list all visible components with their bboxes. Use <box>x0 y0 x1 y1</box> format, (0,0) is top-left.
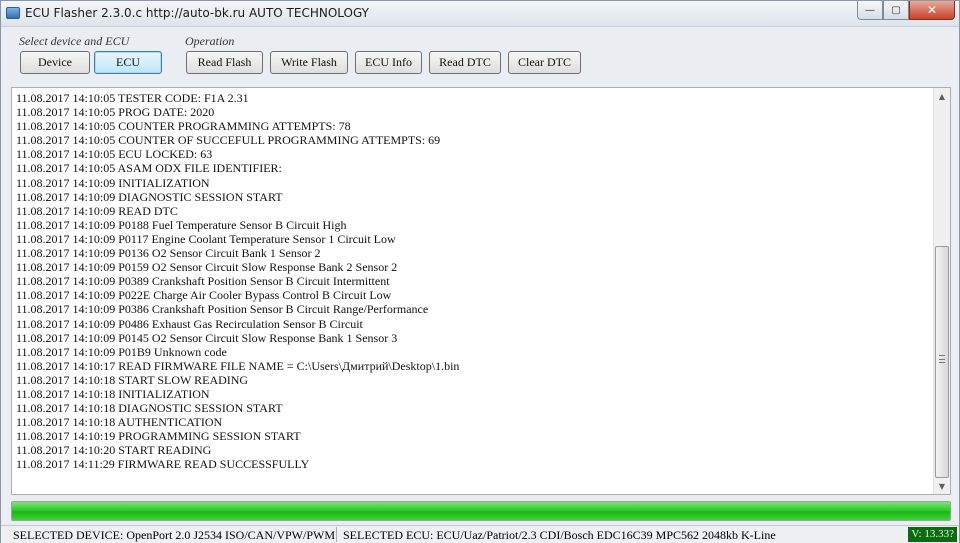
log-line: 11.08.2017 14:10:09 INITIALIZATION <box>16 175 210 190</box>
log-line: 11.08.2017 14:10:09 P0486 Exhaust Gas Re… <box>16 316 363 331</box>
minimize-button[interactable]: — <box>857 1 883 20</box>
log-line: 11.08.2017 14:10:05 TESTER CODE: F1A 2.3… <box>16 91 249 105</box>
grip-icon <box>939 355 945 363</box>
app-window: ECU Flasher 2.3.0.c http://auto-bk.ru AU… <box>0 0 960 543</box>
log-line: 11.08.2017 14:10:09 READ DTC <box>16 203 178 218</box>
log-line: 11.08.2017 14:10:18 DIAGNOSTIC SESSION S… <box>16 401 283 416</box>
log-line: 11.08.2017 14:10:09 P01B9 Unknown code <box>16 344 227 359</box>
log-line: 11.08.2017 14:10:09 P0159 O2 Sensor Circ… <box>16 260 398 275</box>
status-selected-device: SELECTED DEVICE: OpenPort 2.0 J2534 ISO/… <box>13 528 335 542</box>
log-line: 11.08.2017 14:10:09 P0145 O2 Sensor Circ… <box>16 330 398 345</box>
progress-bar <box>11 501 951 521</box>
window-controls: — ▢ ✕ <box>857 1 955 21</box>
log-line: 11.08.2017 14:10:20 START READING <box>16 443 212 458</box>
log-lines: 11.08.2017 14:10:05 TESTER CODE: F1A 2.3… <box>16 91 926 472</box>
read-flash-button[interactable]: Read Flash <box>186 51 263 74</box>
operation-group-label: Operation <box>185 34 235 48</box>
log-line: 11.08.2017 14:11:29 FIRMWARE READ SUCCES… <box>16 457 310 472</box>
log-line: 11.08.2017 14:10:09 P0188 Fuel Temperatu… <box>16 217 347 232</box>
title-bar[interactable]: ECU Flasher 2.3.0.c http://auto-bk.ru AU… <box>1 1 959 27</box>
log-line: 11.08.2017 14:10:18 START SLOW READING <box>16 372 249 387</box>
log-line: 11.08.2017 14:10:09 P0136 O2 Sensor Circ… <box>16 246 321 261</box>
log-line: 11.08.2017 14:10:09 P0386 Crankshaft Pos… <box>16 302 429 317</box>
log-line: 11.08.2017 14:10:05 ECU LOCKED: 63 <box>16 147 213 162</box>
status-version-badge: V: 13.33? <box>908 527 957 542</box>
ecu-info-button[interactable]: ECU Info <box>355 51 422 74</box>
log-line: 11.08.2017 14:10:09 P0389 Crankshaft Pos… <box>16 274 390 289</box>
log-line: 11.08.2017 14:10:17 READ FIRMWARE FILE N… <box>16 358 460 373</box>
log-line: 11.08.2017 14:10:19 PROGRAMMING SESSION … <box>16 429 301 444</box>
ecu-button[interactable]: ECU <box>94 51 162 74</box>
scroll-up-icon[interactable]: ▲ <box>934 88 950 104</box>
log-line: 11.08.2017 14:10:09 P0117 Engine Coolant… <box>16 231 396 246</box>
maximize-button[interactable]: ▢ <box>883 1 909 20</box>
status-selected-ecu: SELECTED ECU: ECU/Uaz/Patriot/2.3 CDI/Bo… <box>343 528 776 542</box>
status-divider <box>336 527 337 542</box>
status-bar: SELECTED DEVICE: OpenPort 2.0 J2534 ISO/… <box>1 525 959 543</box>
progress-fill <box>12 502 950 520</box>
window-title: ECU Flasher 2.3.0.c http://auto-bk.ru AU… <box>25 6 370 20</box>
scroll-thumb[interactable] <box>935 246 949 478</box>
device-button[interactable]: Device <box>20 51 90 74</box>
log-textbox[interactable]: 11.08.2017 14:10:05 TESTER CODE: F1A 2.3… <box>11 87 951 495</box>
log-line: 11.08.2017 14:10:05 COUNTER PROGRAMMING … <box>16 119 351 134</box>
scroll-down-icon[interactable]: ▼ <box>934 478 950 494</box>
log-line: 11.08.2017 14:10:18 AUTHENTICATION <box>16 415 223 430</box>
log-line: 11.08.2017 14:10:09 P022E Charge Air Coo… <box>16 288 392 303</box>
clear-dtc-button[interactable]: Clear DTC <box>508 51 581 74</box>
read-dtc-button[interactable]: Read DTC <box>429 51 501 74</box>
log-line: 11.08.2017 14:10:05 PROG DATE: 2020 <box>16 105 215 120</box>
close-button[interactable]: ✕ <box>909 1 955 20</box>
app-icon <box>6 7 20 19</box>
log-line: 11.08.2017 14:10:05 ASAM ODX FILE IDENTI… <box>16 161 282 176</box>
log-line: 11.08.2017 14:10:05 COUNTER OF SUCCEFULL… <box>16 133 441 148</box>
log-scrollbar[interactable]: ▲ ▼ <box>933 88 950 494</box>
select-group-label: Select device and ECU <box>19 34 130 48</box>
write-flash-button[interactable]: Write Flash <box>270 51 348 74</box>
log-line: 11.08.2017 14:10:09 DIAGNOSTIC SESSION S… <box>16 189 283 204</box>
log-line: 11.08.2017 14:10:18 INITIALIZATION <box>16 386 210 401</box>
